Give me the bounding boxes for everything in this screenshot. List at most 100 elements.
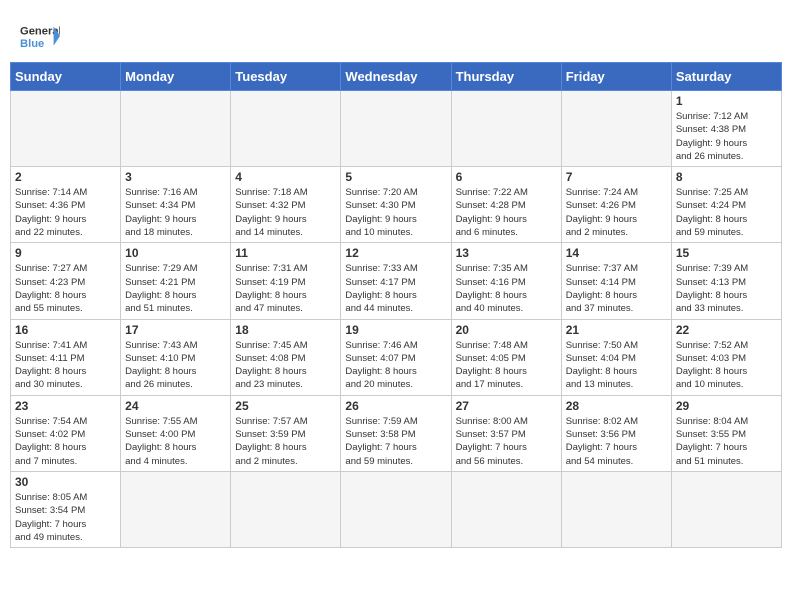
- day-info: Sunrise: 8:05 AM Sunset: 3:54 PM Dayligh…: [15, 491, 116, 544]
- day-info: Sunrise: 7:46 AM Sunset: 4:07 PM Dayligh…: [345, 339, 446, 392]
- day-number: 4: [235, 170, 336, 184]
- calendar-cell: 13 Sunrise: 7:35 AM Sunset: 4:16 PM Dayli…: [451, 243, 561, 319]
- day-info: Sunrise: 7:16 AM Sunset: 4:34 PM Dayligh…: [125, 186, 226, 239]
- week-row-2: 2 Sunrise: 7:14 AM Sunset: 4:36 PM Daylig…: [11, 167, 782, 243]
- day-number: 1: [676, 94, 777, 108]
- day-header-sunday: Sunday: [11, 63, 121, 91]
- calendar-cell: 24 Sunrise: 7:55 AM Sunset: 4:00 PM Dayli…: [121, 395, 231, 471]
- day-number: 2: [15, 170, 116, 184]
- calendar-cell: [121, 91, 231, 167]
- day-info: Sunrise: 7:50 AM Sunset: 4:04 PM Dayligh…: [566, 339, 667, 392]
- day-number: 24: [125, 399, 226, 413]
- day-number: 12: [345, 246, 446, 260]
- day-number: 30: [15, 475, 116, 489]
- calendar-cell: [671, 471, 781, 547]
- week-row-3: 9 Sunrise: 7:27 AM Sunset: 4:23 PM Daylig…: [11, 243, 782, 319]
- calendar-cell: 11 Sunrise: 7:31 AM Sunset: 4:19 PM Dayli…: [231, 243, 341, 319]
- calendar-cell: 7Sunrise: 7:24 AM Sunset: 4:26 PM Daylig…: [561, 167, 671, 243]
- calendar-cell: [561, 91, 671, 167]
- day-info: Sunrise: 7:45 AM Sunset: 4:08 PM Dayligh…: [235, 339, 336, 392]
- calendar-cell: 8 Sunrise: 7:25 AM Sunset: 4:24 PM Daylig…: [671, 167, 781, 243]
- calendar-cell: [121, 471, 231, 547]
- day-number: 9: [15, 246, 116, 260]
- day-info: Sunrise: 8:02 AM Sunset: 3:56 PM Dayligh…: [566, 415, 667, 468]
- day-number: 8: [676, 170, 777, 184]
- calendar-cell: 9 Sunrise: 7:27 AM Sunset: 4:23 PM Daylig…: [11, 243, 121, 319]
- day-info: Sunrise: 7:33 AM Sunset: 4:17 PM Dayligh…: [345, 262, 446, 315]
- day-number: 29: [676, 399, 777, 413]
- week-row-1: 1 Sunrise: 7:12 AM Sunset: 4:38 PM Daylig…: [11, 91, 782, 167]
- day-info: Sunrise: 7:31 AM Sunset: 4:19 PM Dayligh…: [235, 262, 336, 315]
- day-number: 28: [566, 399, 667, 413]
- calendar-cell: 28 Sunrise: 8:02 AM Sunset: 3:56 PM Dayli…: [561, 395, 671, 471]
- day-number: 7: [566, 170, 667, 184]
- day-info: Sunrise: 8:04 AM Sunset: 3:55 PM Dayligh…: [676, 415, 777, 468]
- day-header-thursday: Thursday: [451, 63, 561, 91]
- day-info: Sunrise: 7:12 AM Sunset: 4:38 PM Dayligh…: [676, 110, 777, 163]
- calendar-cell: 2 Sunrise: 7:14 AM Sunset: 4:36 PM Daylig…: [11, 167, 121, 243]
- day-number: 6: [456, 170, 557, 184]
- day-info: Sunrise: 7:54 AM Sunset: 4:02 PM Dayligh…: [15, 415, 116, 468]
- day-info: Sunrise: 8:00 AM Sunset: 3:57 PM Dayligh…: [456, 415, 557, 468]
- day-info: Sunrise: 7:57 AM Sunset: 3:59 PM Dayligh…: [235, 415, 336, 468]
- day-number: 21: [566, 323, 667, 337]
- calendar-cell: 14Sunrise: 7:37 AM Sunset: 4:14 PM Dayli…: [561, 243, 671, 319]
- svg-text:Blue: Blue: [20, 38, 44, 50]
- calendar-cell: [451, 91, 561, 167]
- day-number: 18: [235, 323, 336, 337]
- calendar-cell: 3Sunrise: 7:16 AM Sunset: 4:34 PM Daylig…: [121, 167, 231, 243]
- day-info: Sunrise: 7:35 AM Sunset: 4:16 PM Dayligh…: [456, 262, 557, 315]
- day-header-row: SundayMondayTuesdayWednesdayThursdayFrid…: [11, 63, 782, 91]
- calendar-cell: 25 Sunrise: 7:57 AM Sunset: 3:59 PM Dayli…: [231, 395, 341, 471]
- calendar-cell: 5 Sunrise: 7:20 AM Sunset: 4:30 PM Daylig…: [341, 167, 451, 243]
- calendar-cell: 4 Sunrise: 7:18 AM Sunset: 4:32 PM Daylig…: [231, 167, 341, 243]
- day-number: 19: [345, 323, 446, 337]
- day-number: 22: [676, 323, 777, 337]
- day-number: 23: [15, 399, 116, 413]
- day-info: Sunrise: 7:43 AM Sunset: 4:10 PM Dayligh…: [125, 339, 226, 392]
- day-info: Sunrise: 7:27 AM Sunset: 4:23 PM Dayligh…: [15, 262, 116, 315]
- day-header-saturday: Saturday: [671, 63, 781, 91]
- day-number: 25: [235, 399, 336, 413]
- calendar-cell: 16 Sunrise: 7:41 AM Sunset: 4:11 PM Dayli…: [11, 319, 121, 395]
- calendar-cell: 29 Sunrise: 8:04 AM Sunset: 3:55 PM Dayli…: [671, 395, 781, 471]
- week-row-6: 30 Sunrise: 8:05 AM Sunset: 3:54 PM Dayli…: [11, 471, 782, 547]
- calendar: SundayMondayTuesdayWednesdayThursdayFrid…: [10, 62, 782, 548]
- day-info: Sunrise: 7:14 AM Sunset: 4:36 PM Dayligh…: [15, 186, 116, 239]
- day-header-wednesday: Wednesday: [341, 63, 451, 91]
- calendar-cell: 23 Sunrise: 7:54 AM Sunset: 4:02 PM Dayli…: [11, 395, 121, 471]
- day-number: 5: [345, 170, 446, 184]
- day-info: Sunrise: 7:18 AM Sunset: 4:32 PM Dayligh…: [235, 186, 336, 239]
- day-number: 27: [456, 399, 557, 413]
- calendar-cell: 10Sunrise: 7:29 AM Sunset: 4:21 PM Dayli…: [121, 243, 231, 319]
- day-header-friday: Friday: [561, 63, 671, 91]
- day-header-monday: Monday: [121, 63, 231, 91]
- day-info: Sunrise: 7:39 AM Sunset: 4:13 PM Dayligh…: [676, 262, 777, 315]
- day-number: 13: [456, 246, 557, 260]
- day-info: Sunrise: 7:55 AM Sunset: 4:00 PM Dayligh…: [125, 415, 226, 468]
- day-info: Sunrise: 7:20 AM Sunset: 4:30 PM Dayligh…: [345, 186, 446, 239]
- day-number: 26: [345, 399, 446, 413]
- calendar-cell: 18 Sunrise: 7:45 AM Sunset: 4:08 PM Dayli…: [231, 319, 341, 395]
- day-number: 16: [15, 323, 116, 337]
- day-header-tuesday: Tuesday: [231, 63, 341, 91]
- calendar-cell: 27 Sunrise: 8:00 AM Sunset: 3:57 PM Dayli…: [451, 395, 561, 471]
- calendar-cell: 17 Sunrise: 7:43 AM Sunset: 4:10 PM Dayli…: [121, 319, 231, 395]
- calendar-cell: 15 Sunrise: 7:39 AM Sunset: 4:13 PM Dayli…: [671, 243, 781, 319]
- day-info: Sunrise: 7:41 AM Sunset: 4:11 PM Dayligh…: [15, 339, 116, 392]
- day-number: 14: [566, 246, 667, 260]
- calendar-cell: 30 Sunrise: 8:05 AM Sunset: 3:54 PM Dayli…: [11, 471, 121, 547]
- day-number: 17: [125, 323, 226, 337]
- day-number: 11: [235, 246, 336, 260]
- header: General Blue: [10, 10, 782, 57]
- calendar-cell: 1 Sunrise: 7:12 AM Sunset: 4:38 PM Daylig…: [671, 91, 781, 167]
- calendar-cell: 19 Sunrise: 7:46 AM Sunset: 4:07 PM Dayli…: [341, 319, 451, 395]
- day-number: 20: [456, 323, 557, 337]
- day-number: 15: [676, 246, 777, 260]
- week-row-5: 23 Sunrise: 7:54 AM Sunset: 4:02 PM Dayli…: [11, 395, 782, 471]
- calendar-cell: [341, 91, 451, 167]
- day-info: Sunrise: 7:25 AM Sunset: 4:24 PM Dayligh…: [676, 186, 777, 239]
- calendar-cell: 6Sunrise: 7:22 AM Sunset: 4:28 PM Daylig…: [451, 167, 561, 243]
- day-info: Sunrise: 7:52 AM Sunset: 4:03 PM Dayligh…: [676, 339, 777, 392]
- week-row-4: 16 Sunrise: 7:41 AM Sunset: 4:11 PM Dayli…: [11, 319, 782, 395]
